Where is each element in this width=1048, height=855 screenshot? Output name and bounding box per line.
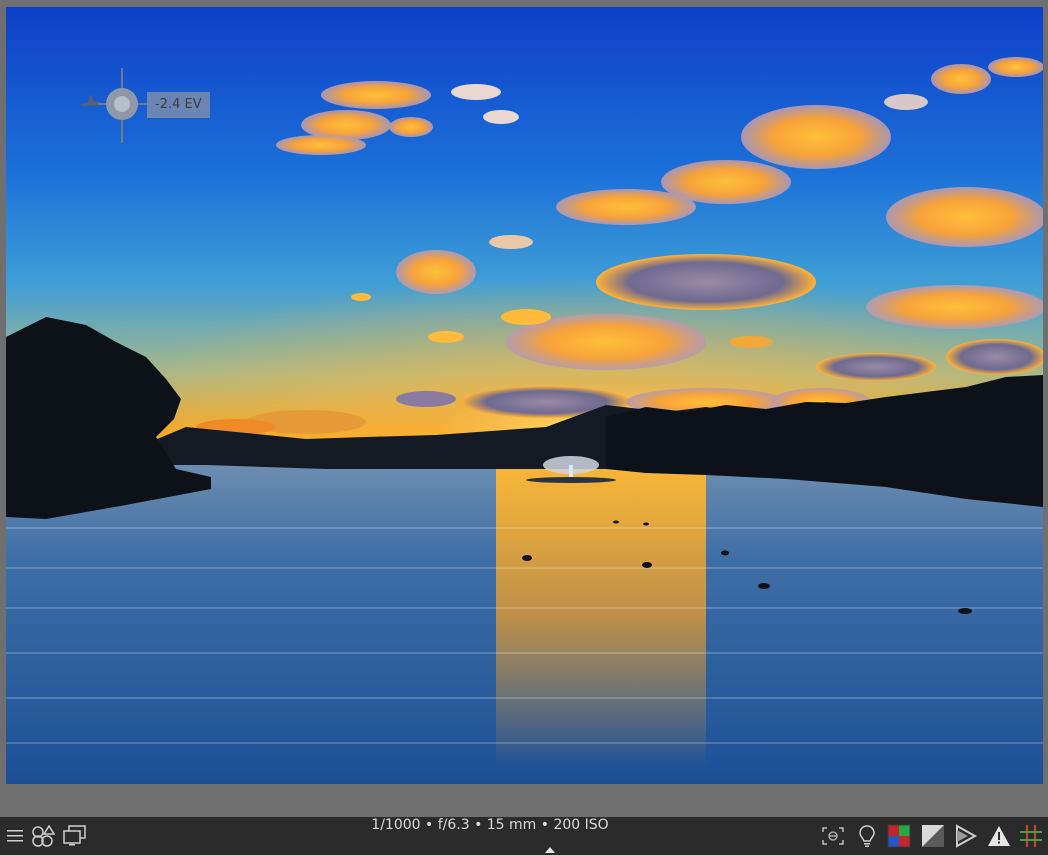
focus-peaking-icon[interactable]: [820, 822, 846, 850]
color-assessment-icon[interactable]: [886, 822, 912, 850]
picker-center: [114, 96, 130, 112]
guides-icon[interactable]: [1018, 822, 1044, 850]
menu-icon[interactable]: [2, 822, 28, 850]
lightbulb-icon[interactable]: [854, 822, 880, 850]
softproof-icon[interactable]: [920, 822, 946, 850]
filmstrip-toggle-caret[interactable]: [545, 847, 555, 853]
second-monitor-icon[interactable]: [62, 822, 88, 850]
ev-readout: -2.4 EV: [147, 92, 210, 118]
exif-info: 1/1000 • f/6.3 • 15 mm • 200 ISO: [371, 817, 609, 833]
color-picker-icon[interactable]: [30, 822, 56, 850]
bottom-toolbar: 1/1000 • f/6.3 • 15 mm • 200 ISO: [0, 817, 1048, 855]
overexposed-warning-icon[interactable]: [986, 822, 1012, 850]
gamut-check-icon[interactable]: [954, 822, 980, 850]
image-viewport[interactable]: -2.4 EV: [0, 0, 1048, 817]
bird-icon: [80, 95, 100, 106]
